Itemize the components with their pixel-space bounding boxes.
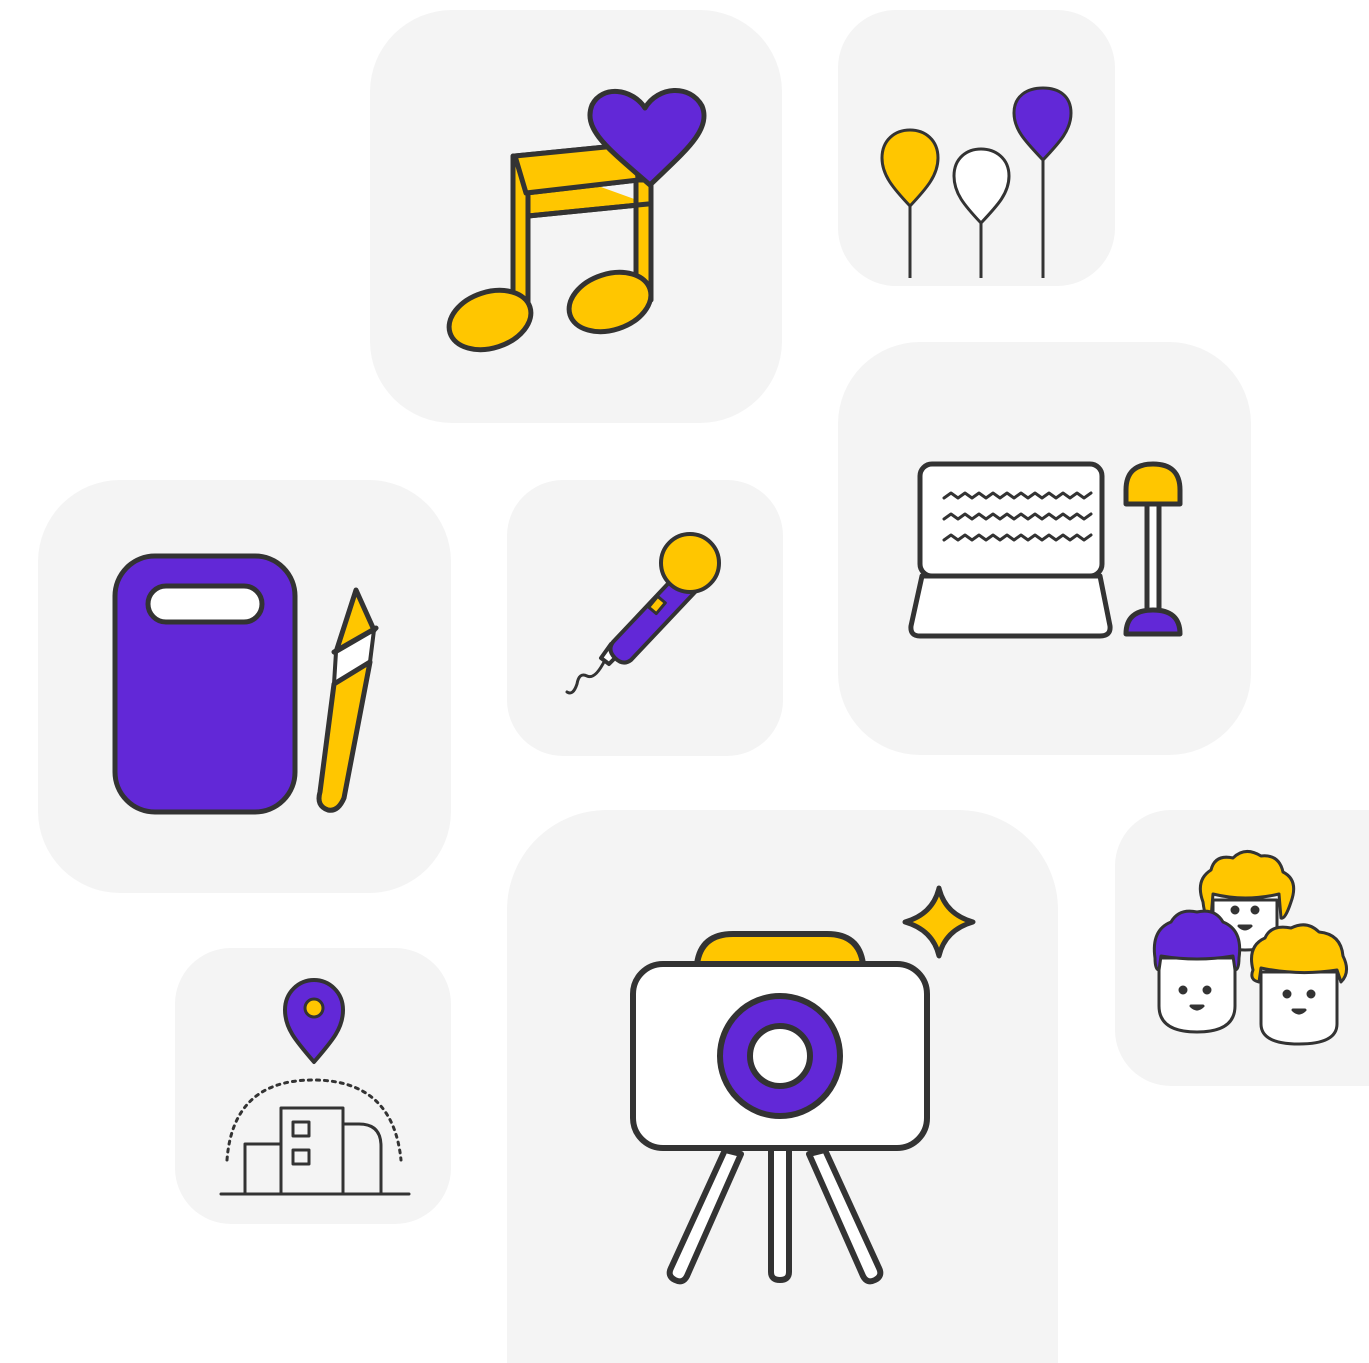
laptop-with-desk-lamp-icon (908, 461, 1183, 639)
tile-camera (507, 810, 1058, 1363)
microphone-icon (565, 532, 721, 695)
music-note-heart-icon (446, 88, 707, 353)
tile-laptop (838, 342, 1251, 755)
tile-music (370, 10, 782, 423)
balloons-icon (880, 86, 1073, 278)
palette-and-brush-icon (112, 553, 379, 815)
group-of-people-icon (1152, 850, 1348, 1046)
tile-mic (507, 480, 783, 756)
location-pin-building-icon (219, 978, 411, 1196)
tile-location (175, 948, 451, 1224)
tile-balloons (838, 10, 1115, 286)
camera-on-tripod-icon (630, 885, 976, 1285)
tile-art (38, 480, 451, 893)
tile-people (1115, 810, 1369, 1086)
